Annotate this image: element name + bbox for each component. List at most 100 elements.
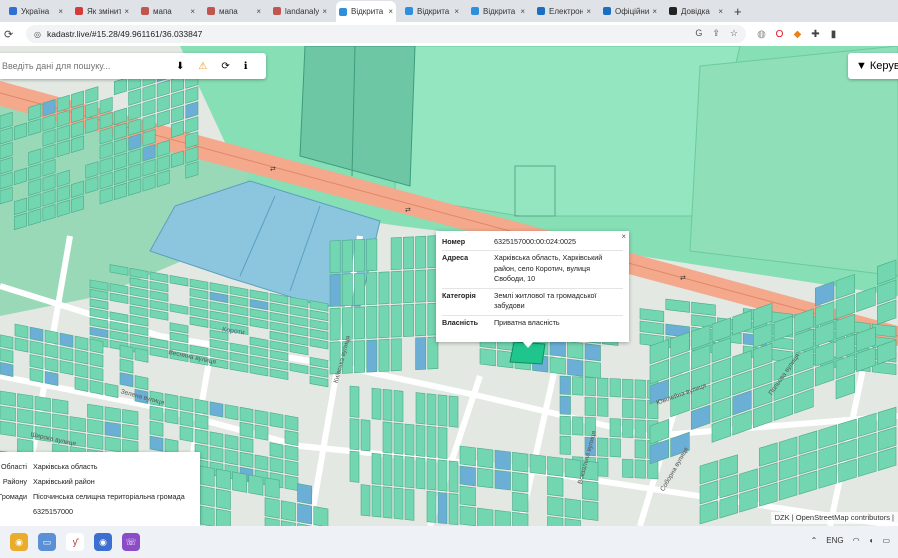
land-parcel[interactable] [818,424,837,449]
land-parcel[interactable] [209,310,229,322]
land-parcel[interactable] [798,470,818,495]
land-parcel[interactable] [639,308,665,323]
land-parcel[interactable] [224,449,239,466]
land-parcel[interactable] [382,421,393,454]
land-parcel[interactable] [134,375,149,391]
land-parcel[interactable] [0,348,14,364]
land-parcel[interactable] [856,286,876,313]
land-parcel[interactable] [156,109,170,128]
tab-close-icon[interactable]: × [454,7,459,16]
land-parcel[interactable] [113,77,127,96]
land-parcel[interactable] [341,239,353,273]
land-parcel[interactable] [634,399,646,419]
land-parcel[interactable] [129,296,149,308]
app-taskbar-icon[interactable]: ƴ [66,533,84,551]
land-parcel[interactable] [584,343,601,362]
info-icon[interactable]: ℹ [244,61,248,72]
land-parcel[interactable] [309,366,329,378]
land-parcel[interactable] [0,334,14,350]
land-parcel[interactable] [164,408,179,425]
land-parcel[interactable] [149,290,169,302]
land-parcel[interactable] [87,418,104,435]
land-parcel[interactable] [403,270,414,304]
land-parcel[interactable] [189,297,209,309]
land-parcel[interactable] [142,84,156,102]
land-parcel[interactable] [209,301,229,313]
land-parcel[interactable] [284,429,299,446]
land-parcel[interactable] [52,398,69,415]
land-parcel[interactable] [426,425,437,458]
land-parcel[interactable] [254,409,269,426]
land-parcel[interactable] [14,323,29,339]
land-parcel[interactable] [119,344,134,360]
land-parcel[interactable] [29,326,44,342]
land-parcel[interactable] [109,330,129,342]
land-parcel[interactable] [249,298,269,311]
land-parcel[interactable] [309,319,329,331]
land-parcel[interactable] [269,302,289,314]
browser-tab[interactable]: мапа × [204,2,264,20]
land-parcel[interactable] [122,409,139,426]
land-parcel[interactable] [622,378,634,398]
land-parcel[interactable] [284,474,299,491]
land-parcel[interactable] [329,273,341,307]
land-parcel[interactable] [289,315,309,327]
land-parcel[interactable] [584,376,596,397]
tab-close-icon[interactable]: × [586,7,591,16]
land-parcel[interactable] [134,347,149,363]
land-parcel[interactable] [254,424,269,441]
land-parcel[interactable] [284,414,299,431]
refresh-icon[interactable]: ⟳ [221,61,229,72]
land-parcel[interactable] [448,460,459,493]
land-parcel[interactable] [512,491,529,513]
land-parcel[interactable] [512,511,529,526]
warning-icon[interactable]: ⚠ [198,61,207,72]
land-parcel[interactable] [309,375,329,388]
land-parcel[interactable] [378,305,390,339]
land-parcel[interactable] [229,351,249,364]
land-parcel[interactable] [229,285,249,298]
land-parcel[interactable] [559,435,571,455]
land-parcel[interactable] [349,385,360,418]
land-parcel[interactable] [239,421,254,438]
land-parcel[interactable] [249,346,269,358]
land-parcel[interactable] [269,457,284,474]
land-parcel[interactable] [185,101,199,119]
land-parcel[interactable] [549,356,566,375]
land-parcel[interactable] [390,237,402,271]
download-icon[interactable]: ⬇ [176,61,184,72]
land-parcel[interactable] [199,505,215,526]
land-parcel[interactable] [264,497,280,519]
land-parcel[interactable] [85,86,99,104]
land-parcel[interactable] [426,393,437,426]
land-parcel[interactable] [798,430,818,455]
land-parcel[interactable] [597,457,609,477]
tab-close-icon[interactable]: × [190,7,195,16]
land-parcel[interactable] [104,421,121,438]
land-parcel[interactable] [185,116,199,134]
address-bar[interactable]: ◎ kadastr.live/#15.28/49.961161/36.03384… [26,25,746,43]
land-parcel[interactable] [149,280,169,293]
land-parcel[interactable] [479,348,496,367]
land-parcel[interactable] [622,418,634,438]
tab-close-icon[interactable]: × [718,7,723,16]
land-parcel[interactable] [378,338,390,372]
land-parcel[interactable] [341,273,353,307]
land-parcel[interactable] [209,401,224,418]
land-parcel[interactable] [415,235,427,269]
land-parcel[interactable] [232,471,248,493]
language-indicator[interactable]: ENG [826,536,843,545]
land-parcel[interactable] [229,295,249,307]
land-parcel[interactable] [477,507,494,526]
land-parcel[interactable] [0,390,16,407]
land-parcel[interactable] [269,359,289,371]
battery-icon[interactable]: ▭ [882,536,890,545]
land-parcel[interactable] [838,438,857,463]
land-parcel[interactable] [512,451,529,473]
browser-tab[interactable]: Відкрита × [336,1,396,22]
tab-close-icon[interactable]: × [124,7,129,16]
land-parcel[interactable] [264,517,280,526]
land-parcel[interactable] [119,372,134,388]
land-parcel[interactable] [249,336,269,349]
land-parcel[interactable] [582,480,599,501]
